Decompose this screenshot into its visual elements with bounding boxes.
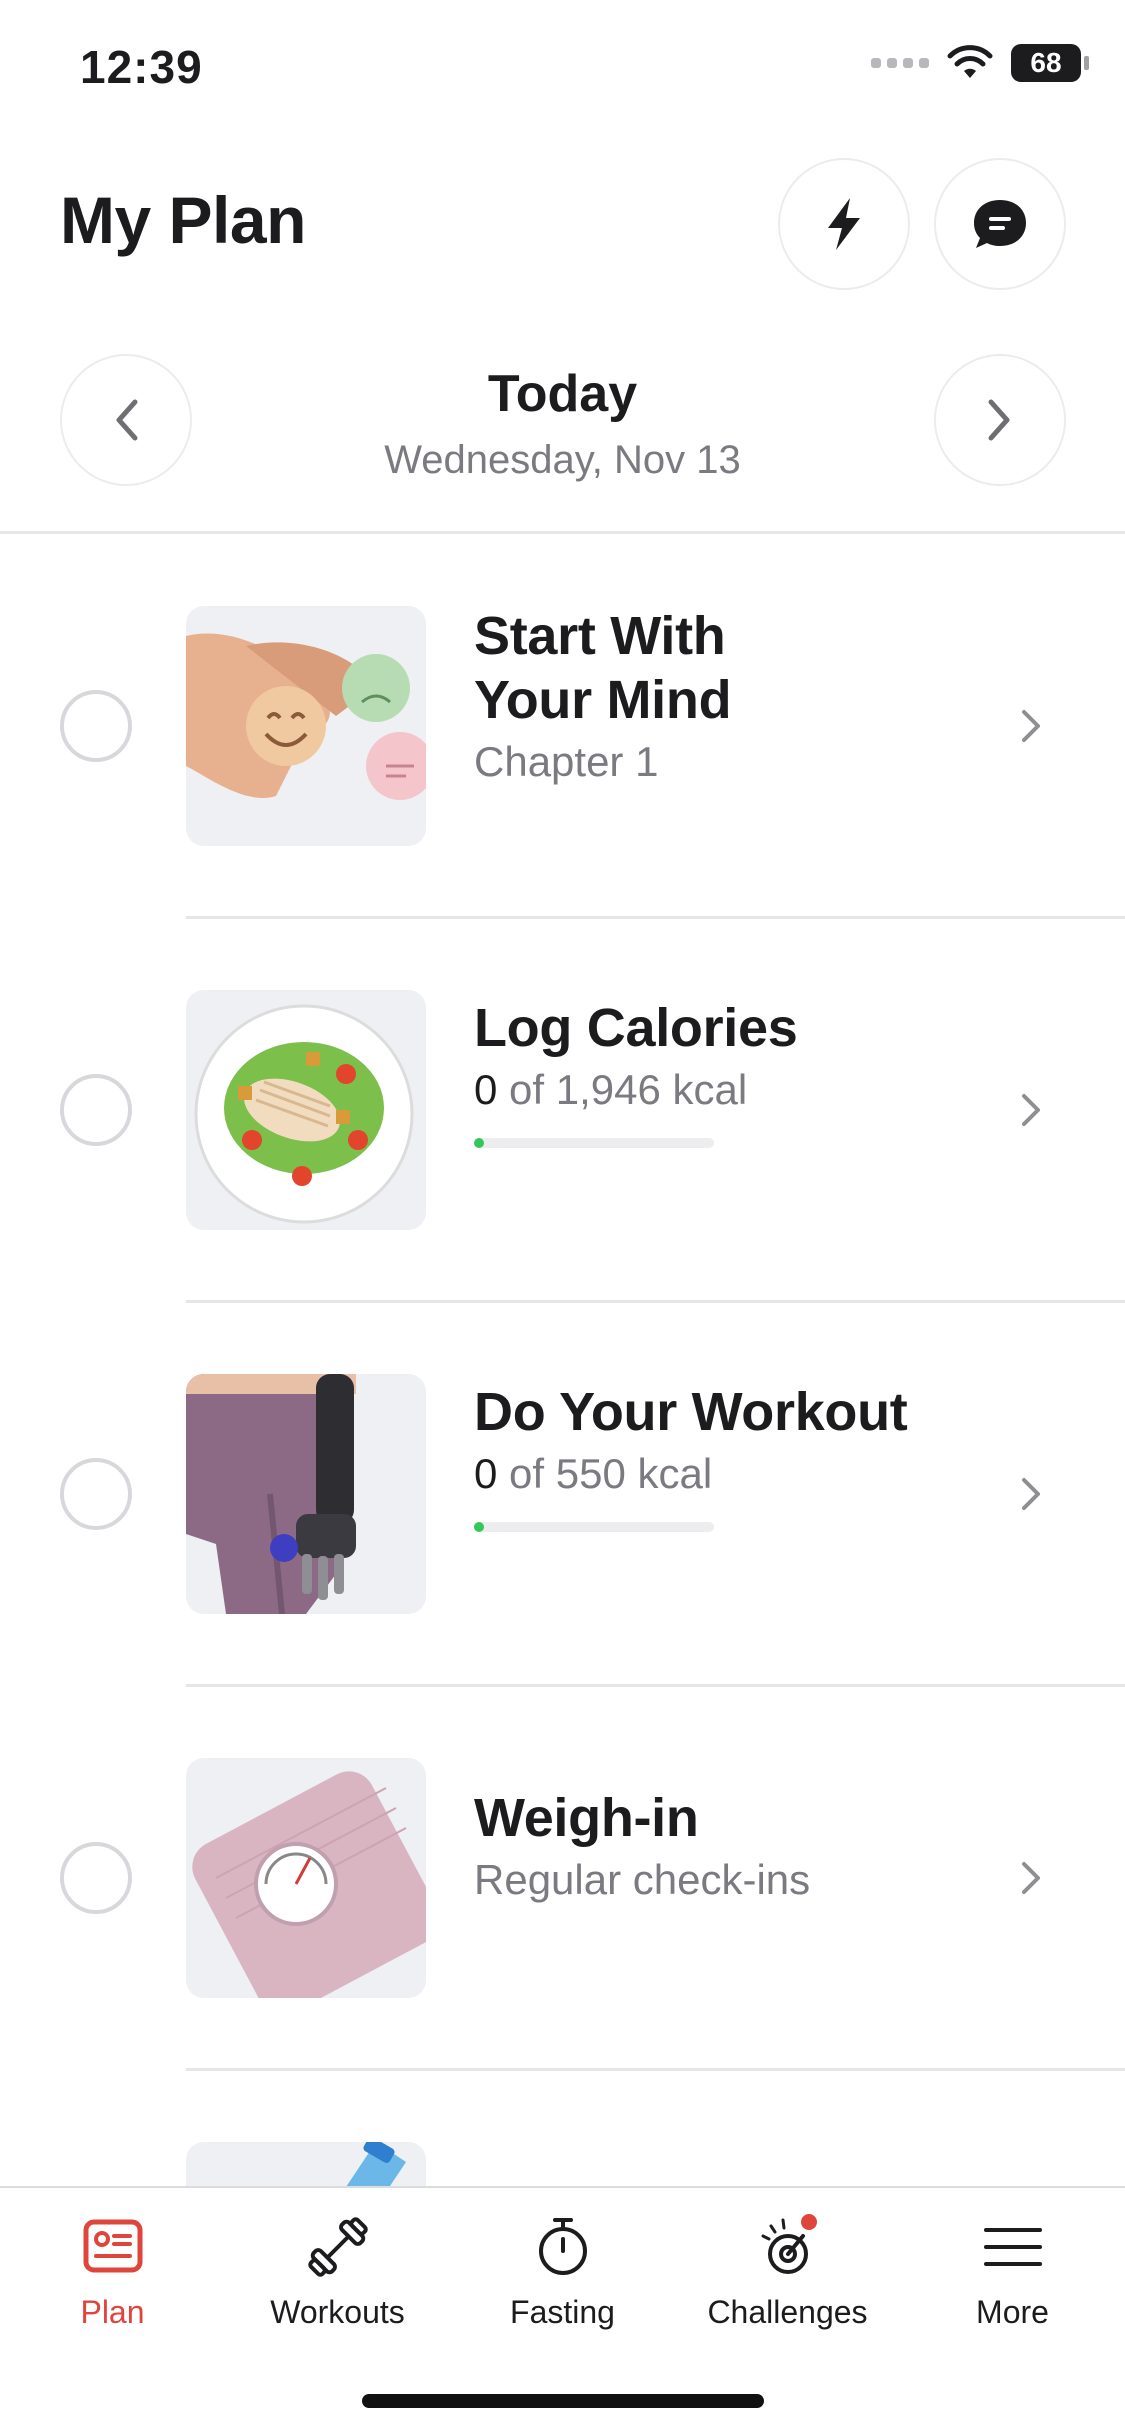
dumbbell-icon [307,2217,368,2277]
calories-progress-text: 0 of 1,946 kcal [474,1066,748,1113]
plan-item-title: Do Your Workout [474,1382,908,1442]
quick-actions-button[interactable] [778,158,910,290]
chat-bubble-icon [974,200,1026,248]
salad-thumbnail [186,990,426,1230]
mind-thumbnail [186,606,426,846]
calories-progress-bar [474,1138,714,1148]
lightning-bolt-icon [828,198,860,250]
plan-item-log-calories[interactable]: Log Calories 0 of 1,946 kcal [0,918,1125,1302]
plan-icon [83,2219,142,2273]
scale-thumbnail [186,1758,426,1998]
tab-label: Challenges [707,2294,868,2330]
plan-item-subtitle: Regular check-ins [474,1856,811,1903]
tab-label: More [976,2294,1049,2330]
header: My Plan [0,150,1125,300]
plan-item-subtitle: Chapter 1 [474,738,659,785]
tab-label: Plan [80,2294,145,2330]
completion-checkbox[interactable] [60,1842,132,1914]
completion-checkbox[interactable] [60,1074,132,1146]
tab-more[interactable]: More [900,2212,1125,2331]
status-indicators: 68 [871,44,1089,82]
chevron-right-icon [1022,710,1040,742]
workout-progress-bar [474,1522,714,1532]
signal-icon [871,58,929,68]
menu-icon [983,2228,1042,2266]
plan-item-text: Log Calories 0 of 1,946 kcal [474,996,994,1148]
tab-fasting[interactable]: Fasting [450,2212,675,2331]
workout-thumbnail [186,1374,426,1614]
chevron-right-icon [1022,1478,1040,1510]
chevron-right-icon [1022,1094,1040,1126]
date-navigator: Today Wednesday, Nov 13 [0,352,1125,532]
plan-item-weigh-in[interactable]: Weigh-in Regular check-ins [0,1686,1125,2070]
page-title: My Plan [60,183,306,257]
completion-checkbox[interactable] [60,690,132,762]
plan-item-title: Log Calories [474,998,798,1058]
status-time: 12:39 [80,41,203,93]
plan-item-workout[interactable]: Do Your Workout 0 of 550 kcal [0,1302,1125,1686]
tab-label: Workouts [270,2294,405,2330]
tab-challenges[interactable]: Challenges [675,2212,900,2331]
challenges-icon [761,2214,817,2274]
plan-item-mind[interactable]: Start With Your Mind Chapter 1 [0,534,1125,918]
plan-item-text: Do Your Workout 0 of 550 kcal [474,1380,994,1532]
plan-item-text: Weigh-in Regular check-ins [474,1786,994,1904]
chevron-right-icon [988,399,1010,441]
workout-progress-text: 0 of 550 kcal [474,1450,713,1497]
completion-checkbox[interactable] [60,1458,132,1530]
home-indicator [362,2394,764,2408]
chevron-right-icon [1022,1862,1040,1894]
tab-workouts[interactable]: Workouts [225,2212,450,2331]
stopwatch-icon [538,2218,587,2275]
wifi-icon [947,45,993,78]
chat-button[interactable] [934,158,1066,290]
plan-item-title: Weigh-in [474,1788,699,1848]
status-bar: 12:39 68 [0,0,1125,140]
plan-item-text: Start With Your Mind Chapter 1 [474,604,994,786]
next-day-button[interactable] [934,354,1066,486]
tab-label: Fasting [510,2294,615,2330]
plan-item-title: Start With Your Mind [474,606,732,730]
battery-icon: 68 [1011,44,1089,82]
tab-plan[interactable]: Plan [0,2212,225,2331]
notification-badge [800,2214,817,2230]
